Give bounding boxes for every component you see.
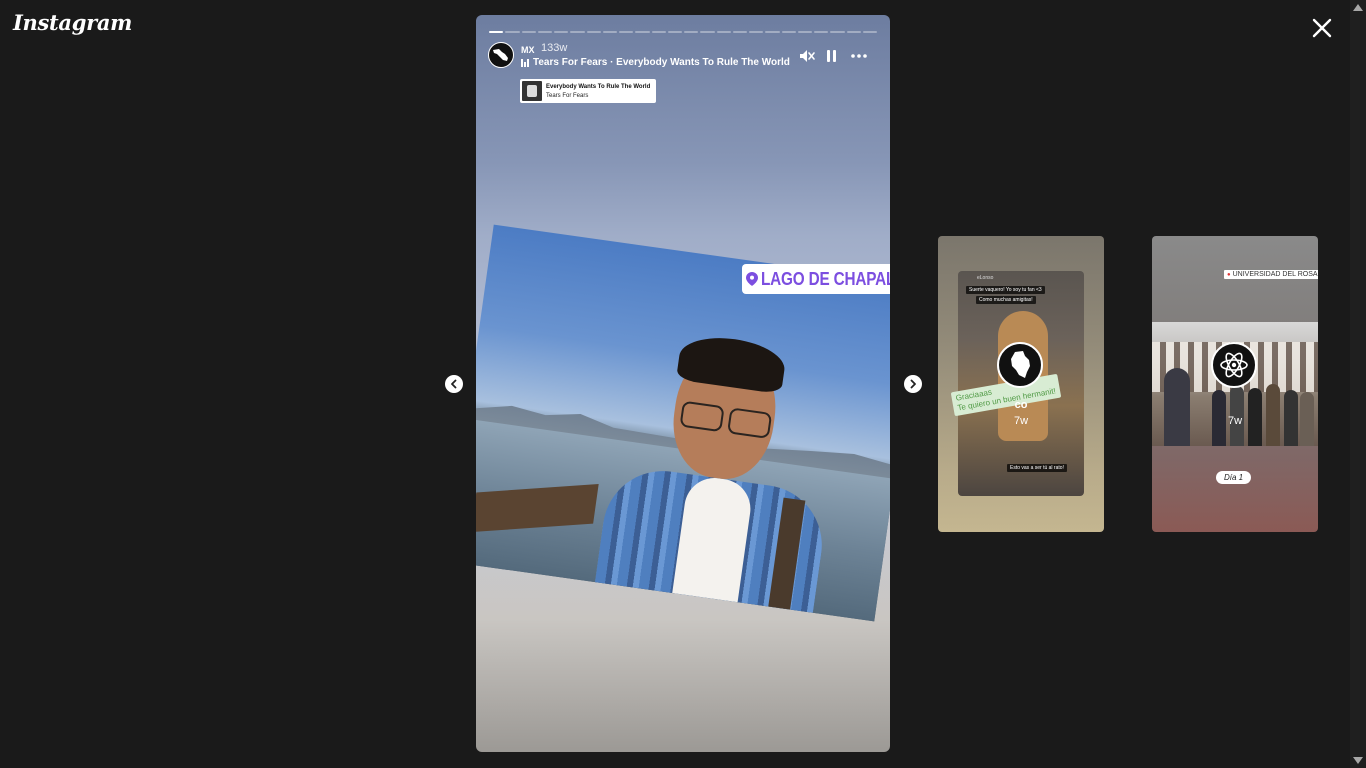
preview-time: 7w — [1013, 415, 1029, 427]
mexico-map-icon — [493, 49, 508, 61]
progress-segment — [684, 31, 699, 33]
preview-caption: Día 1 — [1216, 471, 1252, 484]
progress-segment — [521, 31, 536, 33]
progress-segment — [846, 31, 861, 33]
sticker-artist: Tears For Fears — [546, 92, 589, 99]
instagram-logo[interactable]: Instagram — [13, 10, 132, 35]
progress-segment — [602, 31, 617, 33]
progress-segment — [781, 31, 796, 33]
progress-segment — [505, 31, 520, 33]
sticker-song-title: Everybody Wants To Rule The World — [546, 83, 651, 90]
progress-segment — [489, 31, 504, 33]
progress-segment — [749, 31, 764, 33]
preview-avatar — [997, 342, 1043, 388]
progress-segment — [537, 31, 552, 33]
progress-segment — [619, 31, 634, 33]
preview-overlay-1: Suerte vaquero! Yo soy tu fan <3 — [966, 286, 1045, 294]
colombia-map-icon — [1011, 351, 1030, 378]
progress-segment — [651, 31, 666, 33]
more-options-button[interactable] — [850, 47, 868, 65]
person — [590, 325, 849, 622]
atom-icon — [1220, 352, 1248, 378]
progress-segment — [862, 31, 877, 33]
close-button[interactable] — [1311, 17, 1333, 39]
preview-overlay-bottom: Esto vas a ser tú al rato! — [1007, 464, 1067, 472]
story-username[interactable]: MX — [521, 45, 535, 55]
preview-location: UNIVERSIDAD DEL ROSARIO — [1224, 270, 1318, 279]
progress-segment — [586, 31, 601, 33]
preview-overlay-2: Como muchas amigitas! — [976, 296, 1036, 304]
preview-username: co — [1014, 399, 1028, 411]
album-cover — [522, 81, 542, 101]
location-pin-icon — [746, 272, 758, 286]
pause-icon — [827, 50, 836, 62]
mute-button[interactable] — [798, 47, 816, 65]
chevron-left-icon — [451, 379, 457, 389]
story-viewer[interactable]: MX 133w Tears For Fears · Everybody Want… — [476, 15, 890, 752]
story-progress-bar — [489, 31, 877, 33]
music-title: Tears For Fears · Everybody Wants To Rul… — [533, 57, 790, 68]
close-icon — [1312, 18, 1332, 38]
progress-segment — [667, 31, 682, 33]
progress-segment — [635, 31, 650, 33]
music-info[interactable]: Tears For Fears · Everybody Wants To Rul… — [521, 57, 790, 68]
progress-segment — [830, 31, 845, 33]
location-label: LAGO DE CHAPALA — [761, 268, 890, 289]
progress-segment — [570, 31, 585, 33]
preview-small-label: eLonso — [977, 275, 994, 281]
progress-segment — [732, 31, 747, 33]
progress-segment — [700, 31, 715, 33]
mute-icon — [800, 50, 815, 62]
upcoming-story-preview[interactable]: UNIVERSIDAD DEL ROSARIO Día 1 7w — [1152, 236, 1318, 532]
progress-segment — [716, 31, 731, 33]
scroll-down-arrow-icon[interactable] — [1353, 757, 1363, 764]
avatar[interactable] — [488, 42, 514, 68]
pause-button[interactable] — [823, 47, 841, 65]
progress-segment — [554, 31, 569, 33]
progress-segment — [765, 31, 780, 33]
chevron-right-icon — [910, 379, 916, 389]
scroll-up-arrow-icon[interactable] — [1353, 4, 1363, 11]
next-story-button[interactable] — [904, 375, 922, 393]
preview-time: 7w — [1227, 415, 1243, 427]
progress-segment — [814, 31, 829, 33]
preview-avatar — [1211, 342, 1257, 388]
scrollbar[interactable] — [1350, 0, 1366, 768]
story-time: 133w — [541, 42, 568, 54]
progress-segment — [797, 31, 812, 33]
location-sticker[interactable]: LAGO DE CHAPALA — [742, 264, 890, 294]
story-header: MX 133w Tears For Fears · Everybody Want… — [488, 42, 878, 70]
previous-story-button[interactable] — [445, 375, 463, 393]
music-sticker[interactable]: Everybody Wants To Rule The World Tears … — [520, 79, 656, 103]
next-story-preview[interactable]: eLonso Suerte vaquero! Yo soy tu fan <3 … — [938, 236, 1104, 532]
music-bars-icon — [521, 58, 529, 67]
more-icon — [851, 54, 867, 58]
